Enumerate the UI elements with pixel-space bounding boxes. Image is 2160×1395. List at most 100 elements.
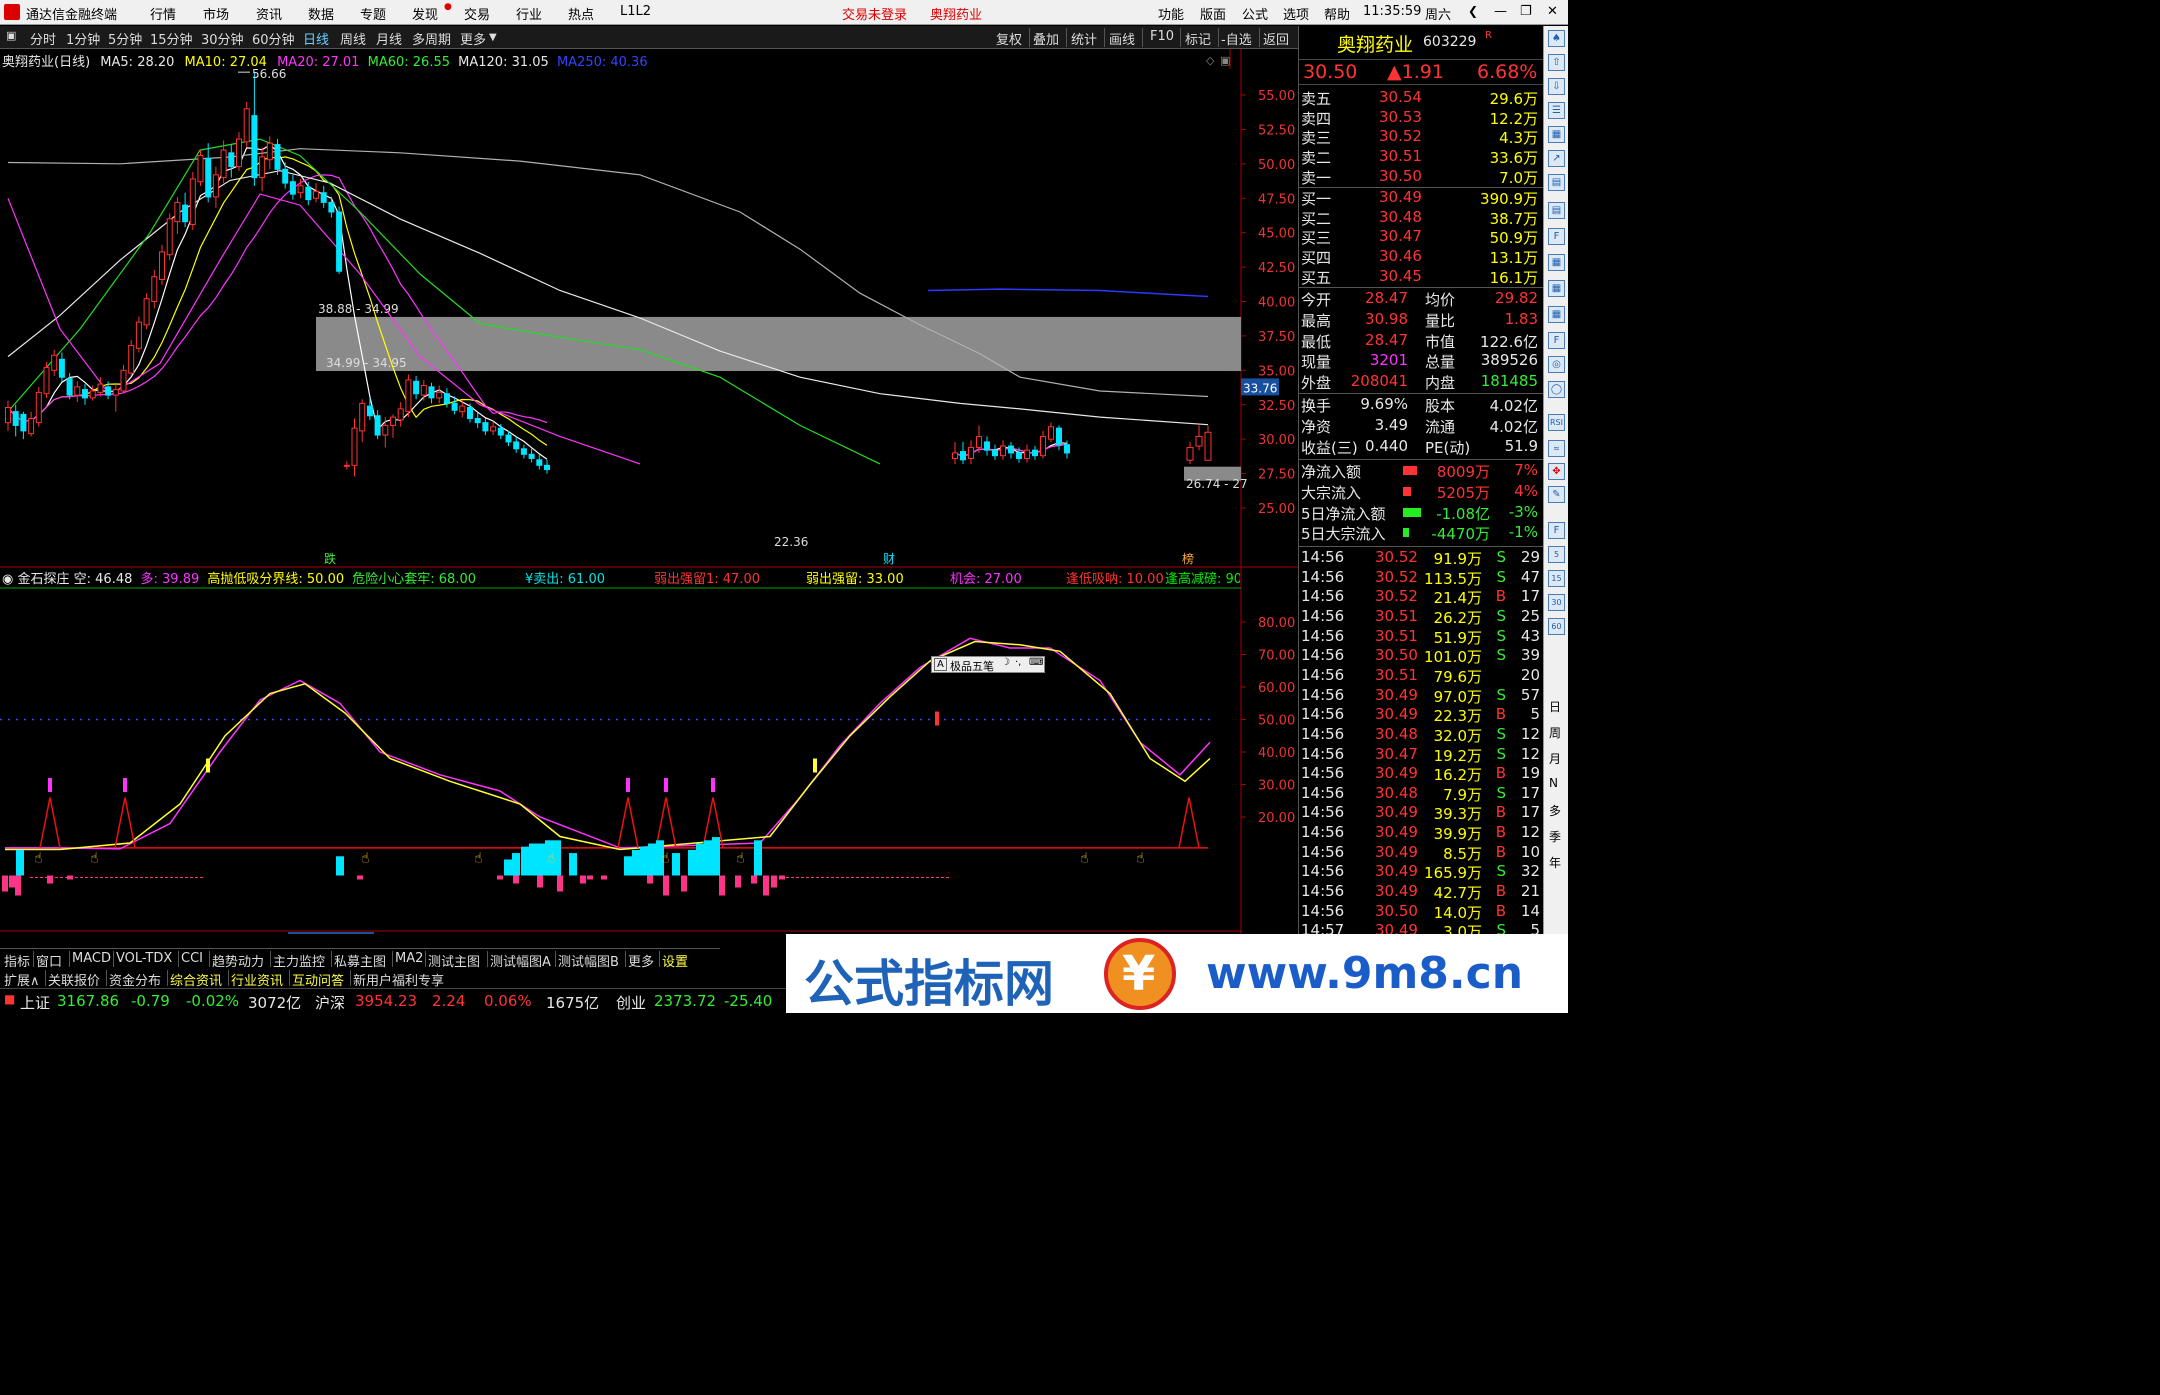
tick-row[interactable]: 14:56 30.48 32.0万 S 12 <box>1299 725 1544 745</box>
menu-item[interactable]: L1L2 <box>620 4 651 19</box>
menu-item[interactable]: 发现 <box>412 4 438 23</box>
ask-row[interactable]: 卖一 30.50 7.0万 <box>1299 167 1544 187</box>
stat-row[interactable]: 现量 3201 总量 389526 <box>1299 351 1544 371</box>
table-icon[interactable]: ▦ <box>1548 126 1565 143</box>
tab-4[interactable]: 行业资讯 <box>231 970 283 989</box>
tick-row[interactable]: 14:56 30.52 21.4万 B 17 <box>1299 587 1544 607</box>
bid-row[interactable]: 买四 30.46 13.1万 <box>1299 247 1544 267</box>
trend-icon[interactable]: ≈ <box>1548 440 1565 457</box>
tick-row[interactable]: 14:56 30.49 39.3万 B 17 <box>1299 803 1544 823</box>
tick-row[interactable]: 14:56 30.49 97.0万 S 57 <box>1299 686 1544 706</box>
tool-week[interactable]: 周 <box>1549 724 1561 741</box>
ime-punct-icon[interactable]: ·, <box>1015 657 1021 668</box>
tab-5[interactable]: 互动问答 <box>292 970 344 989</box>
move-icon[interactable]: ✥ <box>1548 463 1565 480</box>
pen-icon[interactable]: ✎ <box>1548 486 1565 503</box>
bid-row[interactable]: 买三 30.47 50.9万 <box>1299 227 1544 247</box>
menu-item[interactable]: 资讯 <box>256 4 282 23</box>
menu-item[interactable]: 功能 <box>1158 4 1184 23</box>
ask-row[interactable]: 卖三 30.52 4.3万 <box>1299 127 1544 147</box>
close-icon[interactable]: ✕ <box>1547 4 1558 19</box>
menu-item[interactable]: 版面 <box>1200 4 1226 23</box>
tab-6[interactable]: 新用户福利专享 <box>353 970 444 989</box>
period-tab[interactable]: 月线 <box>376 29 402 48</box>
menu-item[interactable]: 帮助 <box>1324 4 1350 23</box>
arrow-down-icon[interactable]: ⇩ <box>1548 78 1565 95</box>
period-tab[interactable]: 15分钟 <box>150 29 193 48</box>
flow-row[interactable]: 大宗流入 5205万 4% <box>1299 482 1544 502</box>
grid2-icon[interactable]: ▦ <box>1548 280 1565 297</box>
ask-row[interactable]: 卖四 30.53 12.2万 <box>1299 108 1544 128</box>
tick-row[interactable]: 14:56 30.51 51.9万 S 43 <box>1299 627 1544 647</box>
cy-label[interactable]: 创业 <box>616 992 646 1013</box>
menu-item[interactable]: 交易 <box>464 4 490 23</box>
ask-row[interactable]: 卖五 30.54 29.6万 <box>1299 88 1544 108</box>
tick-row[interactable]: 14:56 30.49 22.3万 B 5 <box>1299 705 1544 725</box>
flow-row[interactable]: 5日净流入额 -1.08亿 -3% <box>1299 503 1544 523</box>
chart-up-icon[interactable]: ↗ <box>1548 150 1565 167</box>
fs2-icon[interactable]: F <box>1548 522 1565 539</box>
bid-row[interactable]: 买五 30.45 16.1万 <box>1299 267 1544 287</box>
chevron-down-icon[interactable]: ▼ <box>489 32 497 43</box>
tab-2[interactable]: 资金分布 <box>109 970 161 989</box>
restore-icon[interactable]: ❐ <box>1520 4 1532 19</box>
tick-row[interactable]: 14:56 30.52 113.5万 S 47 <box>1299 568 1544 588</box>
tab-8[interactable]: MA2 <box>395 951 423 966</box>
stat-row[interactable]: 收益(三) 0.440 PE(动) 51.9 <box>1299 437 1544 457</box>
stat-row[interactable]: 净资 3.49 流通 4.02亿 <box>1299 416 1544 436</box>
menu-item[interactable]: 公式 <box>1242 4 1268 23</box>
tick-row[interactable]: 14:56 30.50 101.0万 S 39 <box>1299 646 1544 666</box>
tab-1[interactable]: 关联报价 <box>48 970 100 989</box>
tab-3[interactable]: VOL-TDX <box>116 951 172 966</box>
text-15-icon[interactable]: 15 <box>1548 570 1565 587</box>
ime-toolbar[interactable]: A 极品五笔 ☽ ·, ⌨ <box>931 656 1045 673</box>
text-60-icon[interactable]: 60 <box>1548 618 1565 635</box>
menu-item[interactable]: 行业 <box>516 4 542 23</box>
sh-label[interactable]: 上证 <box>20 992 50 1013</box>
tab-3[interactable]: 综合资讯 <box>170 970 222 989</box>
bell-icon[interactable]: ♠ <box>1548 30 1565 47</box>
bid-row[interactable]: 买二 30.48 38.7万 <box>1299 208 1544 228</box>
list-icon[interactable]: ☰ <box>1548 102 1565 119</box>
stat-row[interactable]: 外盘 208041 内盘 181485 <box>1299 372 1544 392</box>
hs-label[interactable]: 沪深 <box>315 992 345 1013</box>
ime-mode-icon[interactable]: A <box>934 658 947 671</box>
tool-year[interactable]: 年 <box>1549 854 1561 871</box>
ask-row[interactable]: 卖二 30.51 33.6万 <box>1299 147 1544 167</box>
minimize-icon[interactable]: — <box>1494 4 1507 19</box>
ime-moon-icon[interactable]: ☽ <box>1001 657 1010 668</box>
flow-row[interactable]: 净流入额 8009万 7% <box>1299 461 1544 481</box>
period-tab[interactable]: 更多 <box>460 29 486 48</box>
period-tab[interactable]: 1分钟 <box>66 29 100 48</box>
chart-tool-button[interactable]: 返回 <box>1263 29 1289 48</box>
tool-day[interactable]: 日 <box>1549 698 1561 715</box>
period-tab[interactable]: 多周期 <box>412 29 451 48</box>
menu-item[interactable]: 市场 <box>203 4 229 23</box>
chart-tool-button[interactable]: F10 <box>1150 29 1174 44</box>
menu-item[interactable]: 行情 <box>150 4 176 23</box>
fs-icon[interactable]: F <box>1548 332 1565 349</box>
grid-icon[interactable]: ▦ <box>1548 254 1565 271</box>
tick-row[interactable]: 14:56 30.51 26.2万 S 25 <box>1299 607 1544 627</box>
text-5-icon[interactable]: 5 <box>1548 546 1565 563</box>
chart-tool-button[interactable]: 统计 <box>1071 29 1097 48</box>
tool-month[interactable]: 月 <box>1549 750 1561 767</box>
stat-row[interactable]: 最高 30.98 量比 1.83 <box>1299 310 1544 330</box>
kline-chart[interactable]: 55.00 52.50 50.00 47.50 45.00 42.50 40.00 37.50… <box>0 49 1298 934</box>
sub-settings-icon[interactable]: ◉ <box>2 572 13 587</box>
panel-toggle-icon[interactable]: ▣ <box>6 29 16 42</box>
tick-row[interactable]: 14:56 30.49 39.9万 B 12 <box>1299 823 1544 843</box>
chart-tool-button[interactable]: 画线 <box>1109 29 1135 48</box>
period-tab[interactable]: 30分钟 <box>201 29 244 48</box>
tab-4[interactable]: CCI <box>181 951 203 966</box>
tab-0[interactable]: 扩展∧ <box>4 970 40 989</box>
period-tab[interactable]: 5分钟 <box>108 29 142 48</box>
back-arrow-icon[interactable]: ❮ <box>1468 4 1478 18</box>
tick-row[interactable]: 14:56 30.49 8.5万 B 10 <box>1299 843 1544 863</box>
menu-item[interactable]: 数据 <box>308 4 334 23</box>
tool-multi[interactable]: 多 <box>1549 802 1561 819</box>
flow-row[interactable]: 5日大宗流入 -4470万 -1% <box>1299 523 1544 543</box>
stat-row[interactable]: 换手 9.69% 股本 4.02亿 <box>1299 395 1544 415</box>
circle-icon[interactable]: ◯ <box>1548 381 1565 398</box>
bars-icon[interactable]: ▤ <box>1548 174 1565 191</box>
